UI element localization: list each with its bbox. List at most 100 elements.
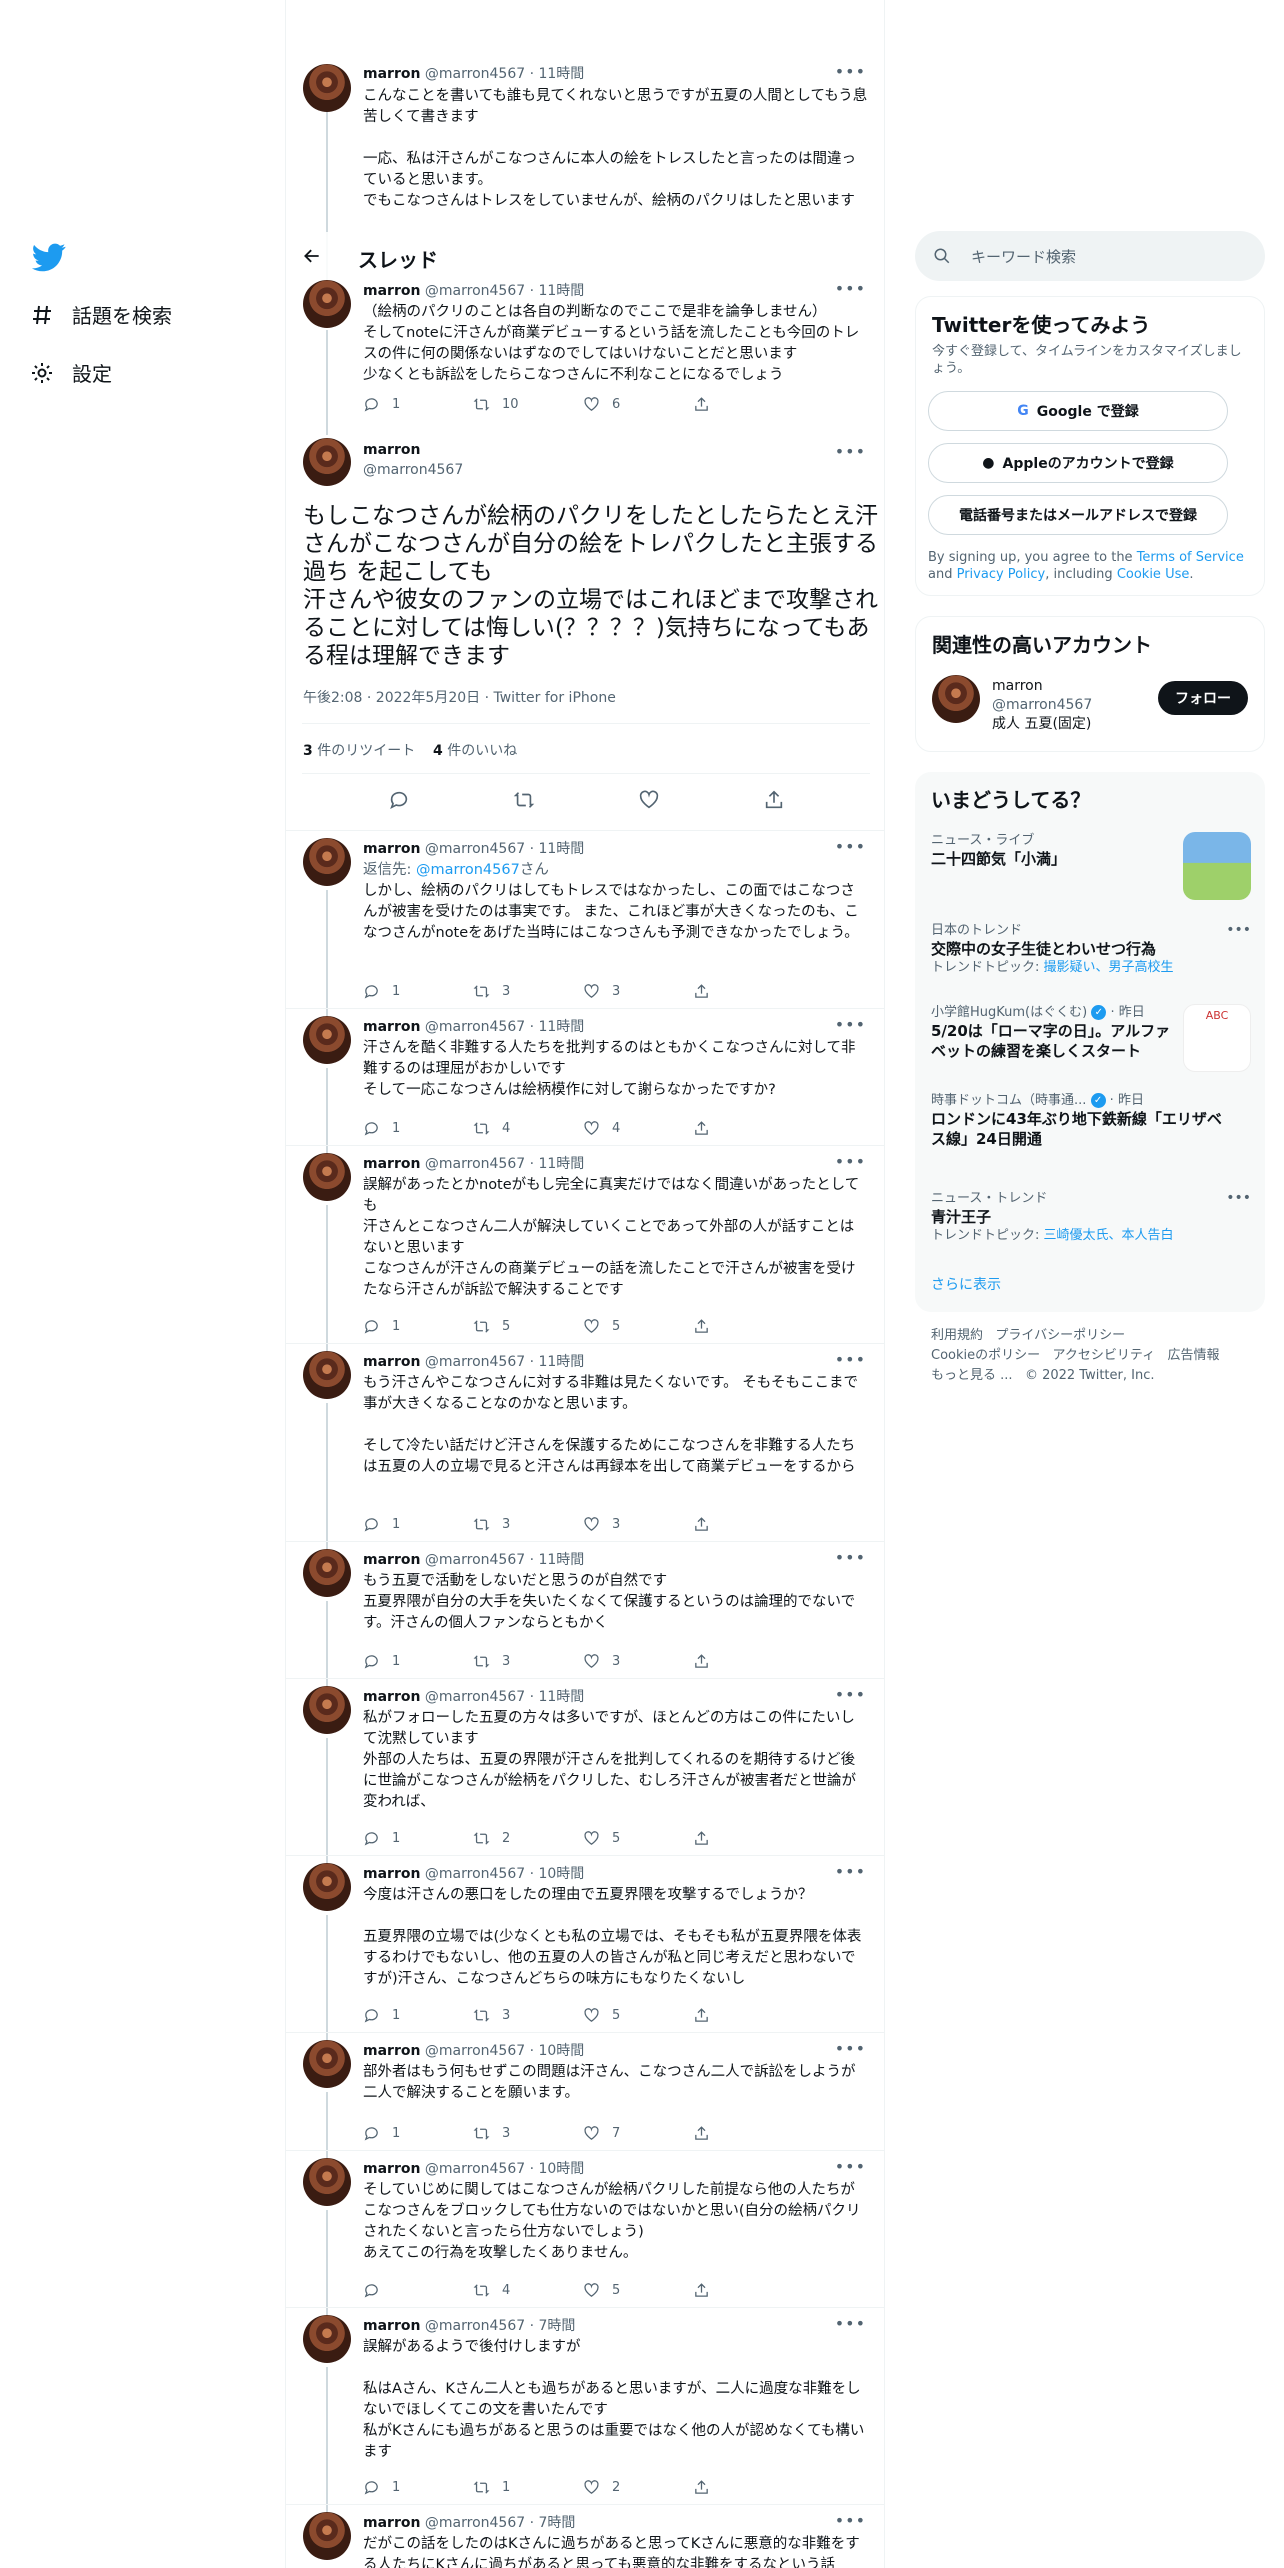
tweet-timestamp[interactable]: 午後2:08 · 2022年5月20日 · Twitter for iPhone <box>303 687 616 707</box>
reply-button[interactable]: 1 <box>363 2007 473 2024</box>
privacy-link[interactable]: Privacy Policy <box>957 567 1046 582</box>
reply-button[interactable]: 1 <box>363 1653 473 1670</box>
retweet-button[interactable]: 3 <box>473 1653 583 1670</box>
like-button[interactable]: 3 <box>583 1516 693 1533</box>
tweet-handle-time[interactable]: @marron4567 · 11時間 <box>425 1689 584 1705</box>
share-button[interactable] <box>693 2282 803 2299</box>
trend-item[interactable]: 小学館HugKum(はぐくむ) ✓ · 昨日 5/20は「ローマ字の日」。アルファ… <box>931 1004 1251 1072</box>
tweet-author-name[interactable]: marron <box>363 841 420 857</box>
more-icon[interactable]: ••• <box>835 1350 866 1369</box>
avatar[interactable] <box>303 438 351 486</box>
more-icon[interactable]: ••• <box>835 2039 866 2058</box>
share-icon[interactable] <box>763 789 785 811</box>
tweet-handle-time[interactable]: @marron4567 · 11時間 <box>425 1019 584 1035</box>
tweet-author-name[interactable]: marron <box>363 2515 420 2531</box>
more-icon[interactable]: ••• <box>835 279 866 298</box>
tweet-author-name[interactable]: marron <box>363 1866 420 1882</box>
tweet-handle-time[interactable]: @marron4567 · 11時間 <box>425 841 584 857</box>
more-icon[interactable]: ••• <box>1226 922 1251 938</box>
avatar[interactable] <box>303 1153 351 1201</box>
share-button[interactable] <box>693 1120 803 1137</box>
avatar[interactable] <box>303 280 351 328</box>
share-button[interactable] <box>693 396 803 413</box>
trend-topics-link[interactable]: 三崎優太氏、本人告白 <box>1044 1228 1174 1243</box>
footer-link[interactable]: 広告情報 <box>1168 1348 1220 1363</box>
apple-signup-button[interactable]: ● Appleのアカウントで登録 <box>928 443 1228 483</box>
tweet-handle-time[interactable]: @marron4567 · 7時間 <box>425 2318 576 2334</box>
avatar[interactable] <box>303 2315 351 2363</box>
like-button[interactable]: 6 <box>583 396 693 413</box>
tweet-handle-time[interactable]: @marron4567 · 11時間 <box>425 1156 584 1172</box>
more-icon[interactable]: ••• <box>835 2511 866 2530</box>
retweet-button[interactable]: 3 <box>473 2125 583 2142</box>
avatar[interactable] <box>303 2158 351 2206</box>
tweet-handle-time[interactable]: @marron4567 · 11時間 <box>425 66 584 82</box>
retweet-button[interactable]: 4 <box>473 2282 583 2299</box>
reply-button[interactable]: 1 <box>363 2125 473 2142</box>
tweet-author-name[interactable]: marron <box>363 66 420 82</box>
google-signup-button[interactable]: G Google で登録 <box>928 391 1228 431</box>
tweet-author-name[interactable]: marron <box>363 2043 420 2059</box>
retweet-icon[interactable] <box>513 789 535 811</box>
retweet-button[interactable]: 4 <box>473 1120 583 1137</box>
retweet-button[interactable]: 3 <box>473 1516 583 1533</box>
tweet-handle-time[interactable]: @marron4567 · 7時間 <box>425 2515 576 2531</box>
more-icon[interactable]: ••• <box>835 1862 866 1881</box>
retweet-button[interactable]: 5 <box>473 1318 583 1335</box>
footer-link[interactable]: アクセシビリティ <box>1053 1348 1156 1363</box>
avatar[interactable] <box>303 1549 351 1597</box>
share-button[interactable] <box>693 1318 803 1335</box>
tweet-author-name[interactable]: marron <box>363 1156 420 1172</box>
nav-settings[interactable]: 設定 <box>30 358 112 387</box>
tweet-author-name[interactable]: marron <box>363 283 420 299</box>
tweet-handle[interactable]: @marron4567 <box>363 462 463 478</box>
more-icon[interactable]: ••• <box>835 2157 866 2176</box>
share-button[interactable] <box>693 1653 803 1670</box>
avatar[interactable] <box>303 1863 351 1911</box>
more-icon[interactable]: ••• <box>835 1685 866 1704</box>
like-button[interactable]: 5 <box>583 1830 693 1847</box>
avatar[interactable] <box>303 2040 351 2088</box>
more-icon[interactable]: ••• <box>835 62 866 81</box>
reply-button[interactable]: 1 <box>363 1120 473 1137</box>
like-button[interactable]: 2 <box>583 2479 693 2496</box>
like-stat[interactable]: 4 件のいいね <box>433 743 517 759</box>
related-account[interactable]: marron @marron4567 成人 五夏(固定) <box>992 677 1092 734</box>
share-button[interactable] <box>693 983 803 1000</box>
tweet-handle-time[interactable]: @marron4567 · 11時間 <box>425 1552 584 1568</box>
trend-item[interactable]: 日本のトレンド 交際中の女子生徒とわいせつ行為 トレンドトピック: 撮影疑い、男子高… <box>931 922 1251 976</box>
reply-icon[interactable] <box>388 789 410 811</box>
like-button[interactable]: 5 <box>583 2007 693 2024</box>
like-button[interactable]: 4 <box>583 1120 693 1137</box>
avatar[interactable] <box>303 1686 351 1734</box>
tweet-handle-time[interactable]: @marron4567 · 11時間 <box>425 1354 584 1370</box>
reply-button[interactable]: 1 <box>363 2479 473 2496</box>
avatar[interactable] <box>303 2512 351 2560</box>
tweet-handle-time[interactable]: @marron4567 · 10時間 <box>425 2161 584 2177</box>
phone-signup-button[interactable]: 電話番号またはメールアドレスで登録 <box>928 495 1228 535</box>
trend-item[interactable]: 時事ドットコム（時事通... ✓ · 昨日 ロンドンに43年ぶり地下鉄新線「エリザ… <box>931 1092 1251 1149</box>
tweet-handle-time[interactable]: @marron4567 · 11時間 <box>425 283 584 299</box>
cookie-link[interactable]: Cookie Use <box>1117 567 1190 582</box>
retweet-button[interactable]: 2 <box>473 1830 583 1847</box>
avatar[interactable] <box>303 1351 351 1399</box>
more-icon[interactable]: ••• <box>835 2314 866 2333</box>
avatar[interactable] <box>303 1016 351 1064</box>
like-button[interactable]: 5 <box>583 1318 693 1335</box>
footer-link[interactable]: もっと見る ... <box>931 1368 1013 1383</box>
trend-topics-link[interactable]: 撮影疑い、男子高校生 <box>1044 960 1174 975</box>
terms-link[interactable]: Terms of Service <box>1137 550 1244 565</box>
reply-button[interactable]: 1 <box>363 1516 473 1533</box>
more-icon[interactable]: ••• <box>835 1152 866 1171</box>
share-button[interactable] <box>693 1830 803 1847</box>
footer-link[interactable]: 利用規約 <box>931 1328 983 1343</box>
avatar[interactable] <box>303 838 351 886</box>
reply-button[interactable] <box>363 2282 473 2299</box>
search-input[interactable]: キーワード検索 <box>971 246 1076 267</box>
tweet-handle-time[interactable]: @marron4567 · 10時間 <box>425 2043 584 2059</box>
trend-item[interactable]: ニュース・ライブ 二十四節気「小満」 <box>931 832 1251 900</box>
more-icon[interactable]: ••• <box>835 1548 866 1567</box>
tweet-author-name[interactable]: marron <box>363 2161 420 2177</box>
reply-button[interactable]: 1 <box>363 1318 473 1335</box>
like-button[interactable]: 3 <box>583 1653 693 1670</box>
